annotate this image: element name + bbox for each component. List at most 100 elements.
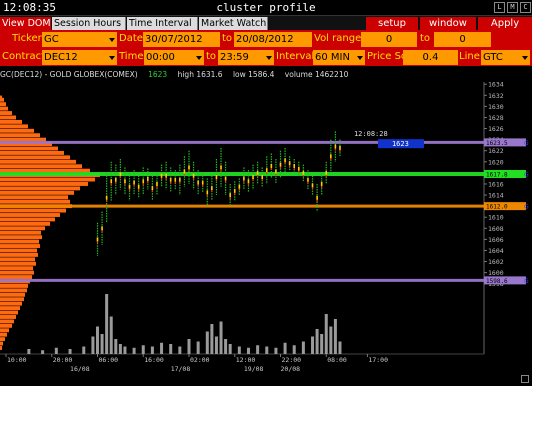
volume-profile-bar <box>0 133 40 138</box>
volume-bar <box>292 345 296 354</box>
volume-bar <box>118 344 122 354</box>
volume-profile-bar <box>0 226 45 231</box>
close-window-button[interactable]: C <box>520 2 531 13</box>
last-price: 1623 <box>148 70 168 79</box>
interval-select[interactable]: 60 MIN <box>313 50 365 65</box>
volume-bar <box>224 339 228 354</box>
volume-profile-bar <box>0 221 50 226</box>
chevron-down-icon <box>522 56 528 60</box>
volume-bar <box>150 346 154 354</box>
price-bar-tick <box>225 180 227 183</box>
setup-button[interactable]: setup <box>366 17 418 30</box>
price-bar-tick <box>298 170 300 173</box>
price-bar-poc <box>265 168 268 173</box>
chevron-down-icon <box>266 56 272 60</box>
volume-profile-bar <box>0 182 88 186</box>
price-bar-poc <box>119 172 122 177</box>
volume-bar <box>123 346 127 354</box>
volume-profile-bar <box>0 323 12 328</box>
contract-label: Contract <box>2 51 46 62</box>
cluster-profile-chart[interactable]: 1634163216301628162616241622162016181616… <box>0 70 532 386</box>
apply-button[interactable]: Apply <box>478 17 532 30</box>
volume-bar <box>132 347 136 354</box>
price-bar-tick <box>202 184 204 187</box>
vol-from-field[interactable]: 0 <box>361 32 417 47</box>
time-to-select[interactable]: 23:59 <box>218 50 274 65</box>
price-scale-field[interactable]: 0.4 <box>403 50 458 65</box>
lock-window-button[interactable]: L <box>494 2 505 13</box>
time-tick-label: 06:00 <box>99 356 119 364</box>
volume-bar <box>68 349 72 354</box>
volume-bar <box>214 336 218 354</box>
price-tick-label: 1628 <box>488 114 504 122</box>
price-bar-poc <box>298 166 300 171</box>
price-bar-tick <box>197 184 199 187</box>
volume-profile-bar <box>0 199 70 204</box>
price-bar-tick <box>339 149 341 152</box>
window-button[interactable]: window <box>420 17 476 30</box>
price-bar-tick <box>247 183 250 186</box>
volume-profile-bar <box>0 257 35 262</box>
price-tick-label: 1622 <box>488 147 504 155</box>
volume-profile-bar <box>0 150 64 155</box>
tab-time-interval[interactable]: Time Interval <box>127 17 198 30</box>
tab-market-watch[interactable]: Market Watch <box>199 17 268 30</box>
price-bar-poc <box>252 175 254 180</box>
volume-profile-bar <box>0 261 36 266</box>
price-bar-poc <box>192 173 195 178</box>
volume-profile-bar <box>0 235 42 240</box>
volume-bar <box>141 345 145 354</box>
window-title: cluster profile <box>216 1 316 14</box>
price-bar-tick <box>179 181 181 184</box>
volume-bar <box>205 331 209 354</box>
volume-profile-bar <box>0 111 12 115</box>
price-tick-label: 1620 <box>488 158 504 166</box>
price-bar-tick <box>293 167 295 170</box>
price-bar-tick <box>160 177 163 180</box>
vol-range-label: Vol range <box>314 33 362 44</box>
tab-session-hours[interactable]: Session Hours <box>52 17 126 30</box>
price-bar-poc <box>316 195 318 200</box>
vol-to-field[interactable]: 0 <box>434 32 491 47</box>
interval-value: 60 MIN <box>315 52 350 63</box>
volume-profile-bar <box>0 230 41 235</box>
contract-select[interactable]: DEC12 <box>42 50 117 65</box>
last-price-marker-label: 1623 <box>392 140 409 148</box>
date-from-field[interactable]: 30/07/2012 <box>143 32 220 47</box>
volume-bar <box>27 349 31 354</box>
ticker-select[interactable]: GC <box>42 32 117 47</box>
tab-view-dom[interactable]: View DOM <box>0 17 51 30</box>
resize-grip-icon[interactable] <box>521 375 529 383</box>
volume-bar <box>96 326 99 354</box>
time-tick-label: 22:00 <box>282 356 302 364</box>
price-bar-poc <box>124 179 126 184</box>
volume-profile-bar <box>0 244 40 248</box>
volume-bar <box>178 346 182 354</box>
price-bar-tick <box>270 167 272 170</box>
time-from-select[interactable]: 00:00 <box>144 50 204 65</box>
price-bar-tick <box>110 183 112 186</box>
price-bar-poc <box>293 163 296 168</box>
volume-bar <box>41 350 45 354</box>
volume-bar <box>246 347 250 354</box>
price-bar-tick <box>128 188 131 191</box>
price-bar-tick <box>124 183 126 186</box>
volume-bar <box>256 345 260 354</box>
price-bar-tick <box>238 188 240 191</box>
price-bar-tick <box>188 169 190 172</box>
volume-profile-bar <box>0 164 82 169</box>
price-bar-tick <box>279 166 282 169</box>
price-bar-tick <box>302 174 304 177</box>
ticker-value: GC <box>44 34 59 45</box>
line-select[interactable]: GTC <box>481 50 530 65</box>
time-from-value: 00:00 <box>146 52 175 63</box>
minimize-window-button[interactable]: M <box>507 2 518 13</box>
date-to-field[interactable]: 20/08/2012 <box>234 32 312 47</box>
price-bar-tick <box>234 192 236 195</box>
price-bar-poc <box>325 170 328 175</box>
date-tick-label: 17/08 <box>171 365 191 373</box>
volume-profile-bar <box>0 310 18 315</box>
price-bar-poc <box>165 173 167 178</box>
price-bar-tick <box>289 165 291 168</box>
price-bar-poc <box>147 176 149 181</box>
